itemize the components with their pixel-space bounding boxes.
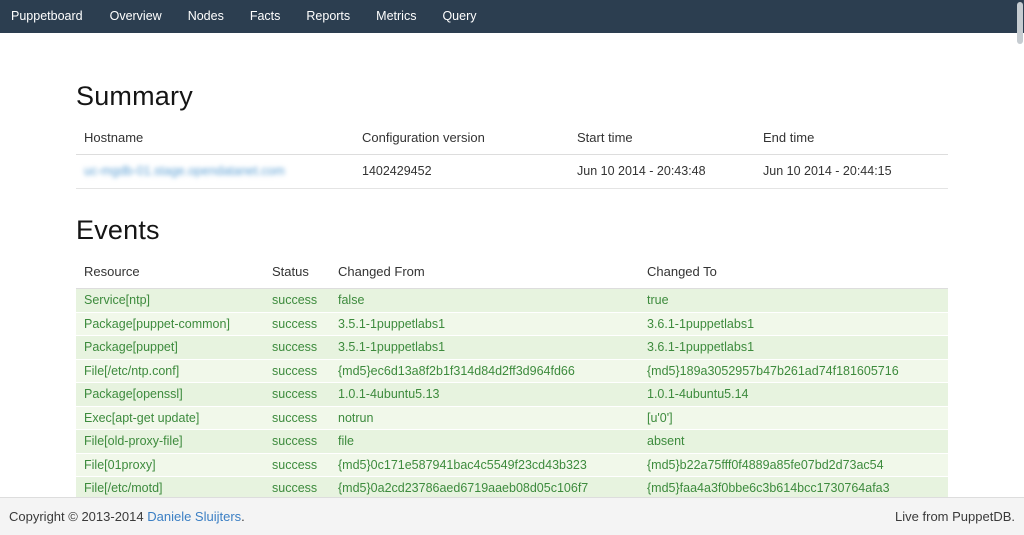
event-to: 1.0.1-4ubuntu5.14 (639, 383, 948, 407)
events-col-status: Status (264, 254, 330, 289)
nav-item-reports[interactable]: Reports (293, 0, 363, 33)
event-row: File[old-proxy-file] success file absent (76, 430, 948, 454)
event-row: Exec[apt-get update] success notrun [u'0… (76, 406, 948, 430)
nav-item-overview[interactable]: Overview (97, 0, 175, 33)
footer-status: Live from PuppetDB. (895, 509, 1015, 524)
nav-item-query[interactable]: Query (429, 0, 489, 33)
event-resource: Package[openssl] (76, 383, 264, 407)
event-row: File[/etc/ntp.conf] success {md5}ec6d13a… (76, 359, 948, 383)
event-from: {md5}0c171e587941bac4c5549f23cd43b323 (330, 453, 639, 477)
nav-item-nodes[interactable]: Nodes (175, 0, 237, 33)
summary-heading: Summary (76, 81, 948, 112)
event-row: Package[openssl] success 1.0.1-4ubuntu5.… (76, 383, 948, 407)
event-to: {md5}b22a75fff0f4889a85fe07bd2d73ac54 (639, 453, 948, 477)
summary-row: uc-mgdb-01.stage.opendatanet.com 1402429… (76, 155, 948, 189)
config-version-value: 1402429452 (354, 155, 569, 189)
event-status: success (264, 430, 330, 454)
event-to: {md5}189a3052957b47b261ad74f181605716 (639, 359, 948, 383)
event-status: success (264, 383, 330, 407)
event-to: [u'0'] (639, 406, 948, 430)
events-col-changed-from: Changed From (330, 254, 639, 289)
event-from: notrun (330, 406, 639, 430)
nav-item-facts[interactable]: Facts (237, 0, 294, 33)
nav-item-metrics[interactable]: Metrics (363, 0, 429, 33)
summary-col-config-version: Configuration version (354, 120, 569, 155)
event-row: File[01proxy] success {md5}0c171e587941b… (76, 453, 948, 477)
summary-header-row: Hostname Configuration version Start tim… (76, 120, 948, 155)
scrollbar[interactable] (1017, 2, 1023, 44)
main-content: Summary Hostname Configuration version S… (76, 33, 948, 500)
events-header-row: Resource Status Changed From Changed To (76, 254, 948, 289)
event-status: success (264, 289, 330, 313)
event-status: success (264, 453, 330, 477)
events-heading: Events (76, 215, 948, 246)
event-resource: File[/etc/ntp.conf] (76, 359, 264, 383)
summary-col-hostname: Hostname (76, 120, 354, 155)
event-resource: Exec[apt-get update] (76, 406, 264, 430)
event-row: Service[ntp] success false true (76, 289, 948, 313)
event-resource: Service[ntp] (76, 289, 264, 313)
event-status: success (264, 312, 330, 336)
event-row: Package[puppet-common] success 3.5.1-1pu… (76, 312, 948, 336)
footer-copyright: Copyright © 2013-2014 Daniele Sluijters. (9, 509, 245, 524)
event-from: 3.5.1-1puppetlabs1 (330, 312, 639, 336)
event-resource: Package[puppet] (76, 336, 264, 360)
navbar-brand[interactable]: Puppetboard (2, 0, 97, 33)
events-table: Resource Status Changed From Changed To … (76, 254, 948, 500)
navbar: Puppetboard Overview Nodes Facts Reports… (0, 0, 1024, 33)
summary-table: Hostname Configuration version Start tim… (76, 120, 948, 189)
event-to: absent (639, 430, 948, 454)
event-resource: File[old-proxy-file] (76, 430, 264, 454)
event-status: success (264, 359, 330, 383)
event-resource: File[01proxy] (76, 453, 264, 477)
events-col-changed-to: Changed To (639, 254, 948, 289)
end-time-value: Jun 10 2014 - 20:44:15 (755, 155, 948, 189)
event-from: 3.5.1-1puppetlabs1 (330, 336, 639, 360)
event-row: Package[puppet] success 3.5.1-1puppetlab… (76, 336, 948, 360)
event-resource: Package[puppet-common] (76, 312, 264, 336)
event-status: success (264, 406, 330, 430)
summary-col-end-time: End time (755, 120, 948, 155)
start-time-value: Jun 10 2014 - 20:43:48 (569, 155, 755, 189)
event-to: 3.6.1-1puppetlabs1 (639, 336, 948, 360)
footer: Copyright © 2013-2014 Daniele Sluijters.… (0, 497, 1024, 535)
author-link[interactable]: Daniele Sluijters (147, 509, 241, 524)
summary-col-start-time: Start time (569, 120, 755, 155)
events-col-resource: Resource (76, 254, 264, 289)
copyright-period: . (241, 509, 245, 524)
copyright-text: Copyright © 2013-2014 (9, 509, 144, 524)
event-from: false (330, 289, 639, 313)
event-from: 1.0.1-4ubuntu5.13 (330, 383, 639, 407)
event-from: file (330, 430, 639, 454)
event-from: {md5}ec6d13a8f2b1f314d84d2ff3d964fd66 (330, 359, 639, 383)
event-to: 3.6.1-1puppetlabs1 (639, 312, 948, 336)
event-to: true (639, 289, 948, 313)
hostname-link[interactable]: uc-mgdb-01.stage.opendatanet.com (84, 164, 285, 178)
event-status: success (264, 336, 330, 360)
